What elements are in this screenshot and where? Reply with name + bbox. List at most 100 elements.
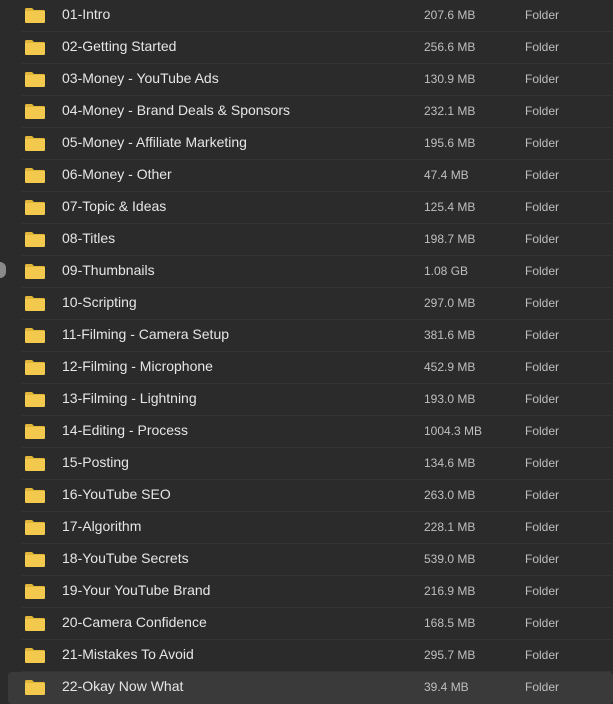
- item-kind: Folder: [525, 616, 560, 630]
- item-size: 193.0 MB: [424, 392, 476, 406]
- item-kind: Folder: [525, 552, 560, 566]
- item-name: 17-Algorithm: [62, 518, 142, 534]
- folder-icon: [24, 70, 46, 88]
- item-name: 07-Topic & Ideas: [62, 198, 167, 214]
- folder-icon: [24, 6, 46, 24]
- item-name: 20-Camera Confidence: [62, 614, 207, 630]
- list-item[interactable]: 21-Mistakes To Avoid 295.7 MB Folder: [0, 640, 613, 672]
- folder-icon: [24, 134, 46, 152]
- file-list: 01-Intro 207.6 MB Folder 02-Getting Starte…: [0, 0, 613, 704]
- item-kind: Folder: [525, 136, 560, 150]
- item-size: 195.6 MB: [424, 136, 476, 150]
- folder-icon: [24, 422, 46, 440]
- list-item[interactable]: 08-Titles 198.7 MB Folder: [0, 224, 613, 256]
- item-name: 16-YouTube SEO: [62, 486, 171, 502]
- item-name: 13-Filming - Lightning: [62, 390, 197, 406]
- list-item[interactable]: 10-Scripting 297.0 MB Folder: [0, 288, 613, 320]
- list-item[interactable]: 07-Topic & Ideas 125.4 MB Folder: [0, 192, 613, 224]
- item-size: 198.7 MB: [424, 232, 476, 246]
- list-item[interactable]: 01-Intro 207.6 MB Folder: [0, 0, 613, 32]
- item-name: 04-Money - Brand Deals & Sponsors: [62, 102, 290, 118]
- item-kind: Folder: [525, 680, 560, 694]
- folder-icon: [24, 262, 46, 280]
- list-item[interactable]: 02-Getting Started 256.6 MB Folder: [0, 32, 613, 64]
- list-item[interactable]: 17-Algorithm 228.1 MB Folder: [0, 512, 613, 544]
- list-item[interactable]: 09-Thumbnails 1.08 GB Folder: [0, 256, 613, 288]
- item-kind: Folder: [525, 328, 560, 342]
- item-kind: Folder: [525, 296, 560, 310]
- folder-icon: [24, 38, 46, 56]
- item-kind: Folder: [525, 424, 560, 438]
- item-name: 05-Money - Affiliate Marketing: [62, 134, 247, 150]
- item-size: 228.1 MB: [424, 520, 476, 534]
- item-size: 39.4 MB: [424, 680, 469, 694]
- item-kind: Folder: [525, 232, 560, 246]
- folder-icon: [24, 454, 46, 472]
- list-item[interactable]: 20-Camera Confidence 168.5 MB Folder: [0, 608, 613, 640]
- item-kind: Folder: [525, 360, 560, 374]
- item-name: 22-Okay Now What: [62, 678, 184, 694]
- item-size: 1004.3 MB: [424, 424, 483, 438]
- item-kind: Folder: [525, 520, 560, 534]
- item-kind: Folder: [525, 392, 560, 406]
- item-size: 232.1 MB: [424, 104, 476, 118]
- item-kind: Folder: [525, 456, 560, 470]
- item-size: 256.6 MB: [424, 40, 476, 54]
- item-name: 08-Titles: [62, 230, 116, 246]
- folder-icon: [24, 294, 46, 312]
- item-size: 295.7 MB: [424, 648, 476, 662]
- item-kind: Folder: [525, 488, 560, 502]
- folder-icon: [24, 230, 46, 248]
- item-name: 21-Mistakes To Avoid: [62, 646, 194, 662]
- folder-icon: [24, 390, 46, 408]
- folder-icon: [24, 326, 46, 344]
- item-size: 381.6 MB: [424, 328, 476, 342]
- item-size: 216.9 MB: [424, 584, 476, 598]
- item-name: 15-Posting: [62, 454, 129, 470]
- folder-icon: [24, 102, 46, 120]
- item-kind: Folder: [525, 264, 560, 278]
- folder-icon: [24, 166, 46, 184]
- item-size: 263.0 MB: [424, 488, 476, 502]
- item-kind: Folder: [525, 104, 560, 118]
- list-item[interactable]: 04-Money - Brand Deals & Sponsors 232.1 M…: [0, 96, 613, 128]
- list-item[interactable]: 12-Filming - Microphone 452.9 MB Folder: [0, 352, 613, 384]
- item-size: 207.6 MB: [424, 8, 476, 22]
- item-name: 12-Filming - Microphone: [62, 358, 213, 374]
- list-item[interactable]: 13-Filming - Lightning 193.0 MB Folder: [0, 384, 613, 416]
- item-size: 1.08 GB: [424, 264, 469, 278]
- item-size: 168.5 MB: [424, 616, 476, 630]
- list-item[interactable]: 14-Editing - Process 1004.3 MB Folder: [0, 416, 613, 448]
- item-name: 18-YouTube Secrets: [62, 550, 189, 566]
- item-size: 125.4 MB: [424, 200, 476, 214]
- folder-icon: [24, 486, 46, 504]
- folder-icon: [24, 358, 46, 376]
- list-item[interactable]: 05-Money - Affiliate Marketing 195.6 MB Fo…: [0, 128, 613, 160]
- list-item[interactable]: 06-Money - Other 47.4 MB Folder: [0, 160, 613, 192]
- item-name: 14-Editing - Process: [62, 422, 189, 438]
- item-name: 09-Thumbnails: [62, 262, 155, 278]
- list-item[interactable]: 19-Your YouTube Brand 216.9 MB Folder: [0, 576, 613, 608]
- item-size: 134.6 MB: [424, 456, 476, 470]
- folder-icon: [24, 582, 46, 600]
- item-size: 47.4 MB: [424, 168, 469, 182]
- item-kind: Folder: [525, 40, 560, 54]
- folder-icon: [24, 614, 46, 632]
- folder-icon: [24, 518, 46, 536]
- item-name: 10-Scripting: [62, 294, 137, 310]
- list-item[interactable]: 18-YouTube Secrets 539.0 MB Folder: [0, 544, 613, 576]
- item-name: 06-Money - Other: [62, 166, 172, 182]
- item-name: 02-Getting Started: [62, 38, 177, 54]
- folder-icon: [24, 646, 46, 664]
- list-item[interactable]: 11-Filming - Camera Setup 381.6 MB Folder: [0, 320, 613, 352]
- list-item[interactable]: 22-Okay Now What 39.4 MB Folder: [8, 672, 613, 704]
- list-item[interactable]: 16-YouTube SEO 263.0 MB Folder: [0, 480, 613, 512]
- item-name: 01-Intro: [62, 6, 111, 22]
- folder-icon: [24, 678, 46, 696]
- list-item[interactable]: 15-Posting 134.6 MB Folder: [0, 448, 613, 480]
- item-kind: Folder: [525, 8, 560, 22]
- folder-icon: [24, 550, 46, 568]
- item-size: 130.9 MB: [424, 72, 476, 86]
- item-kind: Folder: [525, 72, 560, 86]
- list-item[interactable]: 03-Money - YouTube Ads 130.9 MB Folder: [0, 64, 613, 96]
